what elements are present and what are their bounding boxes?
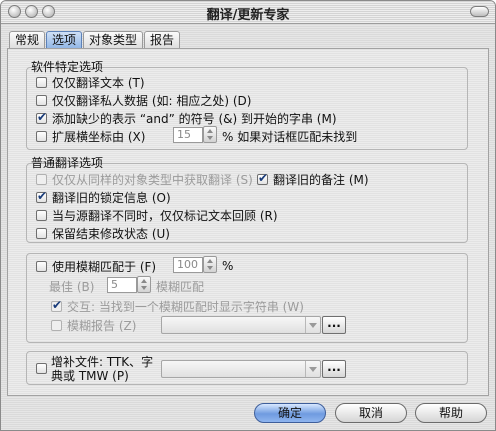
option-translate-old-notes[interactable]: 翻译旧的备注 (M) bbox=[257, 171, 369, 187]
option-translate-text-only[interactable]: 仅仅翻译文本 (T) bbox=[36, 74, 145, 90]
checkbox[interactable] bbox=[36, 189, 47, 203]
checkbox[interactable] bbox=[36, 362, 47, 374]
supplement-label-line2: 典或 TMW (P) bbox=[51, 368, 129, 383]
cancel-button[interactable]: 取消 bbox=[335, 403, 407, 423]
toolbar-toggle-button[interactable] bbox=[470, 6, 489, 17]
supplement-file-combo[interactable] bbox=[161, 360, 321, 378]
option-use-fuzzy-matching[interactable]: 使用模糊匹配于 (F) bbox=[36, 258, 156, 274]
tab-general[interactable]: 常规 bbox=[9, 31, 46, 48]
checkbox[interactable] bbox=[36, 130, 47, 142]
extend-x-stepper[interactable] bbox=[203, 126, 217, 143]
option-extend-x-coordinate[interactable]: 扩展横坐标由 (X) bbox=[36, 128, 145, 144]
best-matches-field[interactable]: 5 bbox=[107, 277, 137, 293]
ok-button[interactable]: 确定 bbox=[254, 403, 326, 423]
chevron-down-icon bbox=[305, 361, 320, 377]
chevron-down-icon bbox=[305, 317, 320, 333]
extend-x-percent-field[interactable]: 15 bbox=[173, 127, 203, 143]
option-mark-for-review[interactable]: 当与源翻译不同时，仅仅标记文本回顾 (R) bbox=[36, 207, 278, 223]
best-matches-label: 最佳 (B) bbox=[49, 279, 95, 294]
fuzzy-report-browse-button[interactable]: ... bbox=[322, 316, 346, 334]
option-interactive-fuzzy[interactable]: 交互: 当找到一个模糊匹配时显示字符串 (W) bbox=[51, 298, 304, 314]
option-fuzzy-report[interactable]: 模糊报告 (Z) bbox=[51, 317, 136, 333]
checkbox[interactable] bbox=[36, 94, 47, 106]
checkbox[interactable] bbox=[51, 319, 62, 331]
tab-report[interactable]: 报告 bbox=[144, 31, 181, 48]
supplement-browse-button[interactable]: ... bbox=[322, 360, 346, 378]
checkbox[interactable] bbox=[36, 76, 47, 88]
general-section-title: 普通翻译选项 bbox=[31, 156, 104, 170]
option-translate-old-locks[interactable]: 翻译旧的锁定信息 (O) bbox=[36, 189, 171, 205]
tab-options[interactable]: 选项 bbox=[46, 31, 83, 48]
checkbox[interactable] bbox=[36, 227, 47, 239]
option-keep-final-status[interactable]: 保留结束修改状态 (U) bbox=[36, 225, 170, 241]
fuzzy-percent-stepper[interactable] bbox=[203, 256, 217, 273]
option-translate-private-data[interactable]: 仅仅翻译私人数据 (如: 相应之处) (D) bbox=[36, 92, 251, 108]
help-button[interactable]: 帮助 bbox=[415, 403, 487, 423]
fuzzy-percent-field[interactable]: 100 bbox=[173, 257, 203, 273]
window-title: 翻译/更新专家 bbox=[206, 8, 290, 23]
best-matches-stepper[interactable] bbox=[137, 276, 151, 293]
tab-bar: 常规 选项 对象类型 报告 bbox=[9, 31, 181, 49]
software-section-title: 软件特定选项 bbox=[31, 60, 104, 74]
best-matches-suffix: 模糊匹配 bbox=[156, 279, 205, 294]
extend-x-suffix: % 如果对话框匹配未找到 bbox=[222, 129, 358, 144]
checkbox[interactable] bbox=[36, 110, 47, 124]
title-bar[interactable]: 翻译/更新专家 bbox=[1, 1, 495, 24]
option-supplement-file[interactable] bbox=[36, 360, 52, 376]
fuzzy-report-combo[interactable] bbox=[161, 316, 321, 334]
fuzzy-percent-unit: % bbox=[222, 259, 234, 273]
tab-object-types[interactable]: 对象类型 bbox=[83, 31, 144, 48]
checkbox[interactable] bbox=[51, 298, 62, 312]
option-same-object-type-only[interactable]: 仅仅从同样的对象类型中获取翻译 (S) bbox=[36, 171, 253, 187]
checkbox[interactable] bbox=[257, 171, 268, 185]
checkbox[interactable] bbox=[36, 173, 47, 185]
dialog-window: 翻译/更新专家 常规 选项 对象类型 报告 软件特定选项 仅仅翻译文本 (T) … bbox=[0, 0, 496, 431]
option-add-missing-ampersand[interactable]: 添加缺少的表示 “and” 的符号 (&) 到开始的字串 (M) bbox=[36, 110, 337, 126]
checkbox[interactable] bbox=[36, 209, 47, 221]
checkbox[interactable] bbox=[36, 260, 47, 272]
